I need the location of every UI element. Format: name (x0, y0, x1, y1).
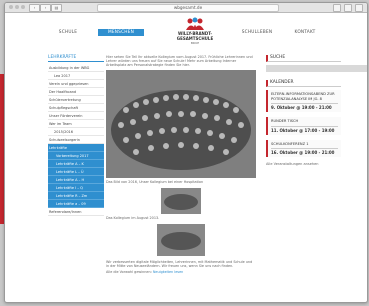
sidebar-item[interactable]: 2015/2016 (48, 128, 104, 136)
sidebar-subitem[interactable]: Vorbereitung 2017 (48, 152, 104, 160)
sidebar-subitem[interactable]: Lehrkräfte R – Zm (48, 192, 104, 200)
nav-menschen[interactable]: MENSCHEN (98, 29, 144, 36)
sidebar-item[interactable]: Verein und ggepriesen (48, 80, 104, 88)
all-events-link[interactable]: Alle Veranstaltungen ansehen (266, 162, 341, 166)
nav-schulleben[interactable]: SCHULLEBEN (237, 29, 277, 36)
sidebar-item[interactable]: Unser Förderverein (48, 112, 104, 120)
sidebar-toggle-button[interactable]: ▤ (51, 4, 62, 12)
photo-caption-2: Das Kollegium im August 2013. (106, 215, 160, 220)
sidebar-subitem[interactable]: Lehrkräfte L – Ü (48, 168, 104, 176)
window-controls[interactable] (9, 5, 25, 9)
search-input[interactable] (266, 65, 367, 72)
thumbnail-image (157, 223, 205, 256)
back-button[interactable]: ‹ (29, 4, 40, 12)
intro-text: Hier sehen Sie Teil Ihr aktuelle Kollegi… (106, 55, 253, 68)
staff-group-photo[interactable] (106, 69, 256, 178)
event-title: RUNDER TISCH (271, 119, 299, 123)
news-link[interactable]: Neuigkeiten lesen (153, 270, 183, 274)
photo-thumbnail-2013[interactable] (157, 223, 205, 256)
photo-caption-1: Das Bild von 2016, Unser Kollegium bei e… (106, 179, 204, 184)
sidebar-subitem[interactable]: Lehrkräfte I – Q (48, 184, 104, 192)
browser-window: ‹ › ▤ wbgesamt.de SCHULE MENSCHEN WILLY-… (4, 2, 368, 303)
forward-button[interactable]: › (40, 4, 51, 12)
event-item[interactable]: SCHULKONFERENZ 1 16. Oktober @ 19:00 - 2… (266, 139, 341, 157)
sidebar-item[interactable]: Schülervertretung (48, 96, 104, 104)
sidebar-item[interactable]: Schulseelsorgerin (48, 136, 104, 144)
right-sidebar: SUCHE ⌕ KALENDER ELTERN-INFORMATIONSABEN… (266, 55, 367, 166)
calendar-title: KALENDER (266, 80, 341, 87)
group-photo-image (106, 69, 256, 178)
event-item[interactable]: RUNDER TISCH 11. Oktober @ 17:00 - 19:00 (266, 117, 341, 135)
new-tab-icon[interactable] (355, 4, 363, 12)
event-item[interactable]: ELTERN-INFORMATIONSABEND ZUR POTENZIALAN… (266, 90, 341, 112)
nav-kontakt[interactable]: KONTAKT (290, 29, 320, 36)
sidebar-item[interactable]: Ausbildung in der WBG (48, 64, 104, 72)
event-date: 9. Oktober @ 19:00 - 21:00 (271, 103, 338, 110)
sidebar-subitem[interactable]: Lehrkräfte A – K (48, 160, 104, 168)
photo-thumbnail-2016[interactable] (161, 187, 201, 214)
event-date: 16. Oktober @ 19:00 - 21:00 (271, 148, 338, 155)
sidebar-item[interactable]: Lea 2017 (48, 72, 104, 80)
logo-name: WILLY-BRANDT-GESAMTSCHULE (176, 31, 214, 41)
main-navigation: SCHULE MENSCHEN WILLY-BRANDT-GESAMTSCHUL… (5, 17, 367, 47)
footer-text: Wir verbesserten digitale Möglichkeiten,… (106, 259, 253, 268)
sidebar-subitem[interactable]: Lehrkräfte A – H (48, 176, 104, 184)
event-date: 11. Oktober @ 17:00 - 19:00 (271, 125, 338, 133)
logo-figures-icon (186, 17, 204, 30)
footer-line: Alle die Vorwahl gewinnen: Neuigkeiten l… (106, 270, 256, 274)
sidebar-subitem[interactable]: Lehrkräfte a – 09 (48, 200, 104, 208)
sidebar-title: LEHRKRÄFTE (48, 55, 104, 62)
event-title: ELTERN-INFORMATIONSABEND ZUR POTENZIALAN… (271, 92, 335, 101)
share-icon[interactable] (344, 4, 352, 12)
sidebar-item[interactable]: Der Haalfkoand (48, 88, 104, 96)
address-bar[interactable]: wbgesamt.de (97, 4, 279, 12)
search-box: ⌕ (266, 65, 367, 72)
browser-toolbar: ‹ › ▤ wbgesamt.de (5, 3, 367, 13)
logo-city: BRUE (190, 41, 200, 45)
download-icon[interactable] (333, 4, 341, 12)
footer-text-2: Alle die Vorwahl gewinnen: (106, 270, 152, 275)
thumbnail-image (161, 187, 201, 214)
sidebar-item[interactable]: Referendare/Innen (48, 208, 104, 216)
sidebar-item-lehrkraefte[interactable]: Lehrkräfte (48, 144, 104, 152)
sidebar: LEHRKRÄFTE Ausbildung in der WBG Lea 201… (48, 55, 104, 216)
main-content: Hier sehen Sie Teil Ihr aktuelle Kollegi… (106, 55, 256, 274)
event-title: SCHULKONFERENZ 1 (271, 141, 309, 146)
sidebar-item[interactable]: Wer im Team (48, 120, 104, 128)
sidebar-item[interactable]: Schulpflegschaft (48, 104, 104, 112)
school-logo[interactable]: WILLY-BRANDT-GESAMTSCHULE BRUE (165, 17, 225, 45)
search-title: SUCHE (266, 55, 341, 62)
nav-schule[interactable]: SCHULE (53, 29, 83, 36)
